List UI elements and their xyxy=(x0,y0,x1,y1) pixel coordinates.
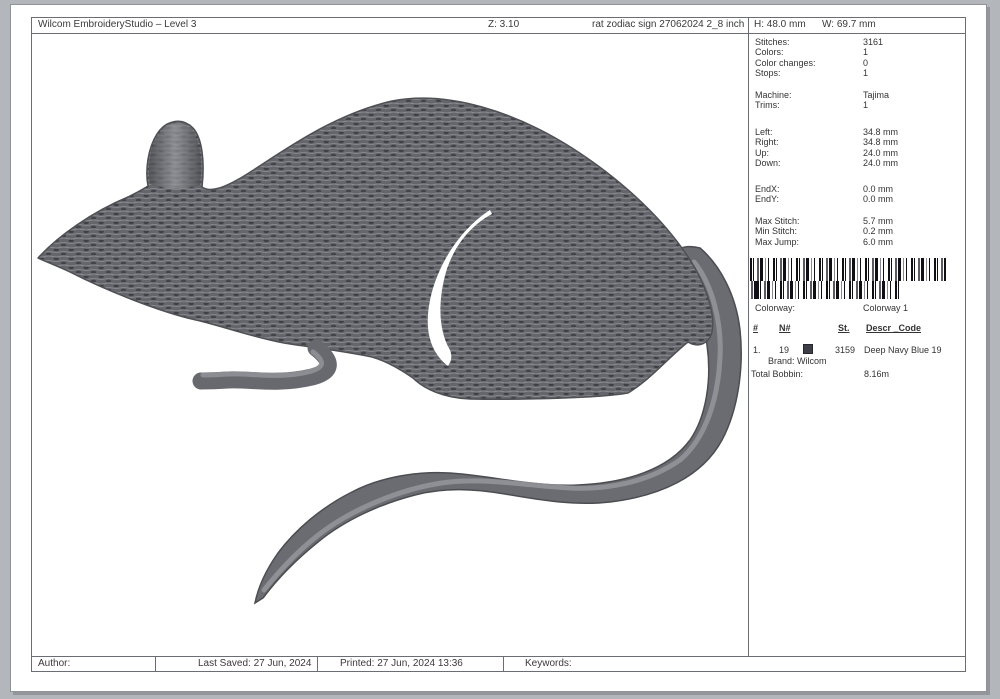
colorway-value: Colorway 1 xyxy=(863,303,908,313)
thread-swatch xyxy=(803,344,813,354)
stat-row: Colors:1 xyxy=(755,47,960,57)
stats-stitch-lengths: Max Stitch:5.7 mm Min Stitch:0.2 mm Max … xyxy=(755,216,960,247)
stat-row: Trims:1 xyxy=(755,100,960,110)
thread-row-descr: Deep Navy Blue 19 xyxy=(864,345,942,355)
stat-row: Up:24.0 mm xyxy=(755,148,960,158)
author-label: Author: xyxy=(38,656,70,672)
col-header-stitches: St. xyxy=(838,323,850,333)
hoop-height: H: 48.0 mm xyxy=(754,17,806,33)
thread-row-needle: 19 xyxy=(779,345,789,355)
thread-row-brand: Brand: Wilcom xyxy=(768,356,827,366)
printed-label: Printed: 27 Jun, 2024 13:36 xyxy=(340,656,463,672)
stats-counts: Stitches:3161 Colors:1 Color changes:0 S… xyxy=(755,37,960,79)
colorway-label: Colorway: xyxy=(755,303,795,313)
stat-row: EndY:0.0 mm xyxy=(755,194,960,204)
thread-row-num: 1. xyxy=(753,345,761,355)
app-title: Wilcom EmbroideryStudio – Level 3 xyxy=(38,17,196,33)
design-name: rat zodiac sign 27062024 2_8 inch xyxy=(592,17,744,33)
print-preview-window: Wilcom EmbroideryStudio – Level 3 Z: 3.1… xyxy=(0,0,1000,699)
stat-row: Stops:1 xyxy=(755,68,960,78)
stat-row: Min Stitch:0.2 mm xyxy=(755,226,960,236)
stat-row: Max Stitch:5.7 mm xyxy=(755,216,960,226)
stats-end: EndX:0.0 mm EndY:0.0 mm xyxy=(755,184,960,205)
footer-separator xyxy=(503,656,504,672)
stat-row: Max Jump:6.0 mm xyxy=(755,237,960,247)
footer-separator xyxy=(317,656,318,672)
rat-front-paw xyxy=(201,348,328,381)
rat-body xyxy=(38,98,713,399)
design-barcode-row2 xyxy=(750,281,901,299)
last-saved-label: Last Saved: 27 Jun, 2024 xyxy=(198,656,311,672)
total-bobbin-value: 8.16m xyxy=(864,369,889,379)
keywords-label: Keywords: xyxy=(525,656,572,672)
rat-ear xyxy=(149,123,201,189)
stats-extents: Left:34.8 mm Right:34.8 mm Up:24.0 mm Do… xyxy=(755,127,960,169)
rat-embroidery-design xyxy=(31,33,748,656)
stat-row: Left:34.8 mm xyxy=(755,127,960,137)
stat-row: EndX:0.0 mm xyxy=(755,184,960,194)
thread-row-stitches: 3159 xyxy=(835,345,855,355)
stat-row: Down:24.0 mm xyxy=(755,158,960,168)
footer-divider xyxy=(31,656,966,657)
stat-row: Color changes:0 xyxy=(755,58,960,68)
design-barcode-row1 xyxy=(750,258,946,281)
stat-row: Machine:Tajima xyxy=(755,90,960,100)
footer-separator xyxy=(155,656,156,672)
stat-row: Stitches:3161 xyxy=(755,37,960,47)
zoom-level: Z: 3.10 xyxy=(488,17,519,33)
stat-row: Right:34.8 mm xyxy=(755,137,960,147)
col-header-num: # xyxy=(753,323,758,333)
info-panel-divider xyxy=(748,17,749,656)
total-bobbin-label: Total Bobbin: xyxy=(751,369,803,379)
col-header-needle: N# xyxy=(779,323,791,333)
hoop-width: W: 69.7 mm xyxy=(822,17,876,33)
stats-machine: Machine:Tajima Trims:1 xyxy=(755,90,960,111)
col-header-descr: Descr _Code xyxy=(866,323,921,333)
